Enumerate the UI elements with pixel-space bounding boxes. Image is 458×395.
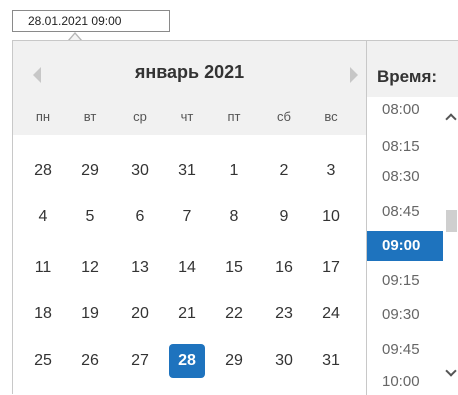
time-option[interactable]: 08:15 xyxy=(367,132,443,162)
time-scrollbar[interactable] xyxy=(444,97,458,395)
weekday-label: вс xyxy=(324,109,338,124)
time-title: Время: xyxy=(377,67,438,86)
day-cell[interactable]: 25 xyxy=(25,344,61,378)
time-option-selected[interactable]: 09:00 xyxy=(367,231,443,261)
weekday-label: пт xyxy=(227,109,241,124)
day-cell[interactable]: 7 xyxy=(169,200,205,234)
datetime-picker-popup: январь 2021 пн вт ср чт пт сб вс 28 29 30 31 1 2 3 4 5… xyxy=(12,40,458,395)
day-cell[interactable]: 15 xyxy=(216,251,252,285)
time-option[interactable]: 08:45 xyxy=(367,197,443,227)
calendar: январь 2021 пн вт ср чт пт сб вс 28 29 30 31 1 2 3 4 5… xyxy=(13,41,366,394)
weekday-label: чт xyxy=(180,109,194,124)
datetime-input[interactable]: 28.01.2021 09:00 xyxy=(12,10,170,32)
day-cell[interactable]: 24 xyxy=(313,297,349,331)
day-cell[interactable]: 2 xyxy=(266,154,302,188)
day-cell[interactable]: 16 xyxy=(266,251,302,285)
day-cell[interactable]: 12 xyxy=(72,251,108,285)
weekday-label: вт xyxy=(83,109,97,124)
weekday-label: пн xyxy=(35,109,51,124)
day-cell[interactable]: 29 xyxy=(216,344,252,378)
chevron-down-icon[interactable] xyxy=(445,365,457,377)
day-cell[interactable]: 20 xyxy=(122,297,158,331)
chevron-up-icon[interactable] xyxy=(445,113,457,125)
day-cell[interactable]: 30 xyxy=(266,344,302,378)
day-cell[interactable]: 22 xyxy=(216,297,252,331)
day-cell[interactable]: 29 xyxy=(72,154,108,188)
weekday-label: сб xyxy=(277,109,291,124)
time-option[interactable]: 08:30 xyxy=(367,162,443,192)
day-cell[interactable]: 10 xyxy=(313,200,349,234)
time-list[interactable]: 08:00 08:15 08:30 08:45 09:00 09:15 09:30 09:45… xyxy=(367,97,443,395)
day-cell[interactable]: 5 xyxy=(72,200,108,234)
time-option[interactable]: 09:15 xyxy=(367,266,443,296)
day-cell[interactable]: 19 xyxy=(72,297,108,331)
day-cell[interactable]: 31 xyxy=(313,344,349,378)
day-cell[interactable]: 3 xyxy=(313,154,349,188)
time-option[interactable]: 10:00 xyxy=(367,367,443,395)
day-cell[interactable]: 17 xyxy=(313,251,349,285)
day-cell[interactable]: 21 xyxy=(169,297,205,331)
day-cell[interactable]: 11 xyxy=(25,251,61,285)
day-cell[interactable]: 14 xyxy=(169,251,205,285)
day-cell[interactable]: 1 xyxy=(216,154,252,188)
weekday-label: ср xyxy=(133,109,147,124)
month-title: январь 2021 xyxy=(134,62,245,82)
day-cell[interactable]: 30 xyxy=(122,154,158,188)
day-cell[interactable]: 9 xyxy=(266,200,302,234)
time-option[interactable]: 08:00 xyxy=(367,97,443,125)
day-cell[interactable]: 6 xyxy=(122,200,158,234)
day-cell[interactable]: 4 xyxy=(25,200,61,234)
day-cell-selected[interactable]: 28 xyxy=(169,344,205,378)
day-cell[interactable]: 26 xyxy=(72,344,108,378)
day-cell[interactable]: 28 xyxy=(25,154,61,188)
time-option[interactable]: 09:30 xyxy=(367,300,443,330)
time-option[interactable]: 09:45 xyxy=(367,335,443,365)
day-cell[interactable]: 13 xyxy=(122,251,158,285)
day-cell[interactable]: 23 xyxy=(266,297,302,331)
day-cell[interactable]: 27 xyxy=(122,344,158,378)
day-cell[interactable]: 31 xyxy=(169,154,205,188)
scrollbar-thumb[interactable] xyxy=(446,210,457,232)
day-cell[interactable]: 8 xyxy=(216,200,252,234)
chevron-right-icon[interactable] xyxy=(350,67,358,83)
day-cell[interactable]: 18 xyxy=(25,297,61,331)
